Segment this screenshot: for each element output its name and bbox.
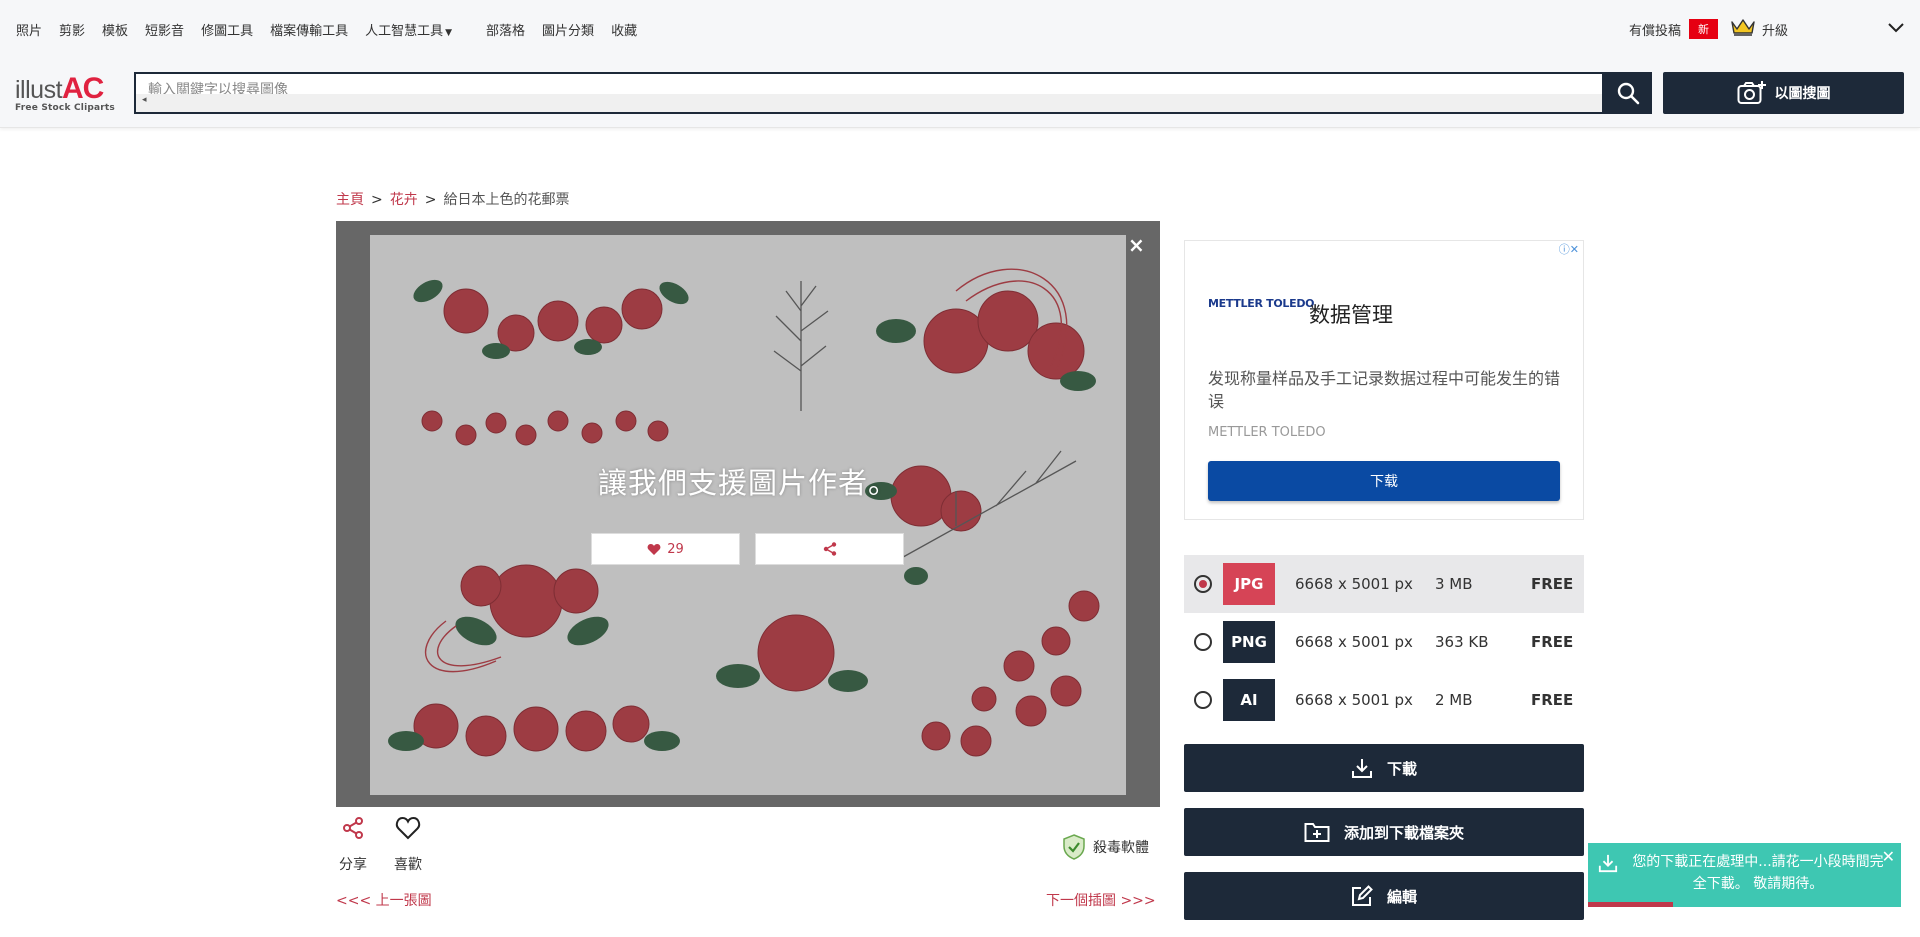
ad-advertiser: METTLER TOLEDO — [1208, 425, 1326, 440]
nav-link-short-video[interactable]: 短影音 — [145, 20, 184, 39]
download-label: 下載 — [1386, 759, 1417, 778]
like-count: 29 — [667, 541, 684, 557]
edit-icon — [1351, 885, 1373, 906]
add-to-folder-label: 添加到下載檔案夾 — [1343, 823, 1464, 842]
shield-check-icon — [1063, 834, 1085, 860]
like-action[interactable]: 喜歡 — [390, 816, 426, 874]
format-option-ai[interactable]: AI 6668 x 5001 px 2 MB FREE — [1184, 671, 1584, 729]
toast-close-button[interactable]: ✕ — [1882, 847, 1895, 866]
image-search-button[interactable]: 以圖搜圖 — [1663, 72, 1904, 114]
next-image-link[interactable]: 下一個插圖 >>> — [1046, 890, 1156, 910]
format-radio[interactable] — [1194, 691, 1212, 709]
nav-links: 照片 剪影 模板 短影音 修圖工具 檔案傳輸工具 人工智慧工具 ▼ 部落格 圖片分… — [16, 20, 654, 39]
breadcrumb-current: 給日本上色的花郵票 — [443, 192, 570, 208]
add-to-folder-button[interactable]: 添加到下載檔案夾 — [1184, 808, 1584, 856]
new-badge: 新 — [1688, 19, 1718, 39]
camera-plus-icon — [1737, 81, 1766, 104]
format-badge: PNG — [1223, 621, 1275, 663]
close-overlay-button[interactable]: × — [1128, 233, 1145, 257]
download-icon — [1351, 759, 1372, 778]
nav-link-blog[interactable]: 部落格 — [486, 20, 525, 39]
share-label: 分享 — [339, 857, 367, 873]
download-button[interactable]: 下載 — [1184, 744, 1584, 792]
antivirus-badge: 殺毒軟體 — [1063, 834, 1149, 860]
scroll-left-arrow-icon[interactable]: ◂ — [142, 95, 147, 105]
support-author-title: 讓我們支援圖片作者。 — [597, 466, 898, 500]
format-radio[interactable] — [1194, 633, 1212, 651]
breadcrumb-home[interactable]: 主頁 — [336, 192, 364, 208]
top-nav: 照片 剪影 模板 短影音 修圖工具 檔案傳輸工具 人工智慧工具 ▼ 部落格 圖片分… — [0, 0, 1920, 58]
format-size: 2 MB — [1435, 691, 1473, 709]
folder-plus-icon — [1304, 823, 1330, 842]
edit-label: 編輯 — [1386, 887, 1417, 906]
search-button[interactable] — [1604, 72, 1652, 114]
format-badge: AI — [1223, 679, 1275, 721]
ad-brand-logo: METTLER TOLEDO — [1208, 297, 1315, 310]
image-preview[interactable] — [336, 221, 1160, 807]
search-icon — [1617, 82, 1640, 105]
nav-link-photo-tools[interactable]: 修圖工具 — [201, 20, 253, 39]
nav-link-favorites[interactable]: 收藏 — [611, 20, 637, 39]
chevron-down-icon[interactable] — [1888, 22, 1904, 37]
ad-panel[interactable]: ⓘ✕ METTLER TOLEDO 数据管理 发现称量样品及手工记录数据过程中可… — [1184, 240, 1584, 520]
share-icon — [823, 542, 836, 556]
nav-link-ai-tools[interactable]: 人工智慧工具 ▼ — [365, 20, 469, 39]
breadcrumb-category[interactable]: 花卉 — [390, 192, 418, 208]
heart-icon — [647, 543, 661, 555]
format-badge: JPG — [1223, 563, 1275, 605]
nav-link-photo[interactable]: 照片 — [16, 20, 42, 39]
format-radio[interactable] — [1194, 575, 1212, 593]
top-right-menu: 有償投稿 新 升級 — [1629, 18, 1904, 40]
preview-overlay — [336, 221, 1160, 807]
like-label: 喜歡 — [394, 857, 422, 873]
nav-link-ai-tools-label: 人工智慧工具 — [365, 24, 444, 39]
toast-progress-bar — [1588, 902, 1673, 907]
format-option-jpg[interactable]: JPG 6668 x 5001 px 3 MB FREE — [1184, 555, 1584, 613]
antivirus-label: 殺毒軟體 — [1093, 840, 1149, 856]
format-price: FREE — [1531, 633, 1574, 651]
format-dimensions: 6668 x 5001 px — [1295, 575, 1413, 593]
logo-tagline: Free Stock Cliparts — [15, 103, 115, 113]
format-size: 363 KB — [1435, 633, 1489, 651]
image-search-label: 以圖搜圖 — [1774, 86, 1831, 102]
format-price: FREE — [1531, 575, 1574, 593]
site-logo[interactable]: illustAC Free Stock Cliparts — [15, 72, 125, 113]
format-dimensions: 6668 x 5001 px — [1295, 691, 1413, 709]
search-bar-row: illustAC Free Stock Cliparts 輸入關鍵字以搜尋圖像 … — [0, 58, 1920, 128]
prev-image-link[interactable]: <<< 上一張圖 — [336, 890, 432, 910]
caret-down-icon: ▼ — [445, 28, 453, 38]
format-size: 3 MB — [1435, 575, 1473, 593]
download-toast: 您的下載正在處理中...請花一小段時間完全下載。 敬請期待。 ✕ — [1588, 843, 1901, 907]
overlay-share-button[interactable] — [755, 533, 904, 565]
ad-download-button[interactable]: 下载 — [1208, 461, 1560, 501]
format-option-png[interactable]: PNG 6668 x 5001 px 363 KB FREE — [1184, 613, 1584, 671]
search-input[interactable]: 輸入關鍵字以搜尋圖像 ◂ — [134, 72, 1604, 114]
edit-button[interactable]: 編輯 — [1184, 872, 1584, 920]
logo-word: illust — [15, 76, 63, 104]
breadcrumb-separator: > — [371, 192, 383, 208]
heart-outline-icon — [395, 816, 421, 840]
ad-headline[interactable]: 数据管理 — [1309, 299, 1393, 329]
download-icon — [1598, 853, 1618, 877]
crown-icon — [1730, 18, 1756, 40]
nav-link-categories[interactable]: 圖片分類 — [542, 20, 594, 39]
share-action[interactable]: 分享 — [336, 816, 370, 874]
toast-message: 您的下載正在處理中...請花一小段時間完全下載。 敬請期待。 — [1632, 854, 1884, 892]
ad-choices-icon[interactable]: ⓘ✕ — [1559, 241, 1579, 257]
share-icon — [343, 817, 363, 839]
paid-submission-link[interactable]: 有償投稿 — [1629, 20, 1681, 39]
nav-link-template[interactable]: 模板 — [102, 20, 128, 39]
upgrade-link[interactable]: 升級 — [1762, 20, 1788, 39]
overlay-like-button[interactable]: 29 — [591, 533, 740, 565]
breadcrumb: 主頁 > 花卉 > 給日本上色的花郵票 — [336, 189, 569, 209]
nav-link-silhouette[interactable]: 剪影 — [59, 20, 85, 39]
breadcrumb-separator: > — [424, 192, 437, 208]
nav-link-file-transfer[interactable]: 檔案傳輸工具 — [270, 20, 348, 39]
format-dimensions: 6668 x 5001 px — [1295, 633, 1413, 651]
search-scrollbar[interactable]: ◂ — [136, 94, 1602, 112]
format-price: FREE — [1531, 691, 1574, 709]
ad-description: 发现称量样品及手工记录数据过程中可能发生的错误 — [1208, 369, 1561, 411]
logo-accent: AC — [62, 72, 104, 105]
